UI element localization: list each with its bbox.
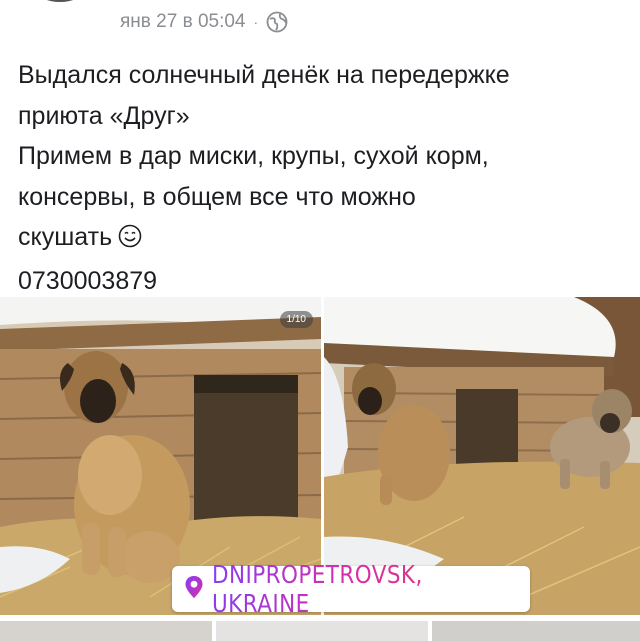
meta-separator: · [253,14,259,30]
post-text-line: скушать [18,223,113,251]
location-label: DNIPROPETROVSK, UKRAINE [212,560,485,618]
map-pin-icon [184,575,204,604]
post-timestamp[interactable]: янв 27 в 05:04 [120,11,246,33]
post-text-line: Примем в дар миски, крупы, сухой корм, [18,142,489,170]
smile-emoji-icon [118,220,142,261]
phone-number[interactable]: 0730003879 [18,261,630,302]
globe-icon [266,11,288,33]
photo-thumbnail[interactable] [432,621,640,641]
photo-thumbnail[interactable] [216,621,428,641]
post-body: Выдался солнечный денёк на передержке пр… [18,55,630,301]
post-text-line-with-emoji: скушать [18,217,630,261]
post-meta: янв 27 в 05:04 · [120,8,288,36]
location-tag[interactable]: DNIPROPETROVSK, UKRAINE [172,560,530,618]
post-text-line: консервы, в общем все что можно [18,182,416,211]
photo-counter: 1/10 [279,311,313,328]
photo-thumbnail[interactable] [0,621,212,641]
post-text-line: Выдался солнечный денёк на передержке [18,61,510,89]
avatar[interactable] [38,0,82,2]
post-text-line: приюта «Друг» [18,101,190,130]
